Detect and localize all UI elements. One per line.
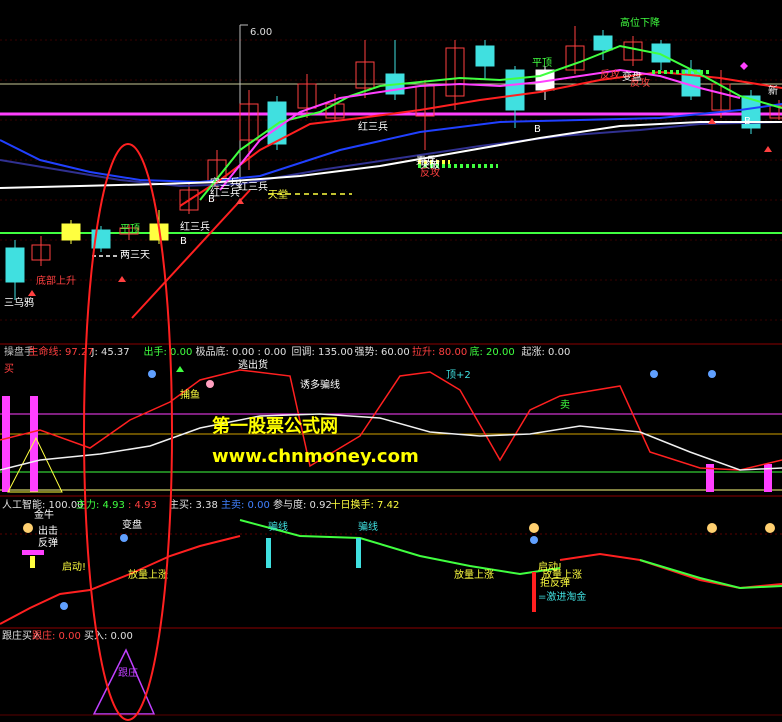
ind2-signal-label: 反弹 [38,536,58,549]
ind2-signal-label: 骗线 [358,520,378,533]
ind2-cyan-bar [356,538,361,568]
ind2-signal-label: 骗线 [268,520,288,533]
ind2-signal-label: 放量上涨 [128,568,168,581]
main-signal-label: 空三兵 [210,176,240,189]
indicator1-header-item: 生命线: 97.27 [29,345,94,358]
main-signal-label: 平顶 [532,57,552,69]
ind1-signal-label: 顶+2 [446,369,471,381]
candle-body [505,69,525,111]
ind1-signal-label: 买 [4,363,14,375]
ind2-magenta-bar [22,550,44,555]
ind1-bar [2,396,10,492]
ind1-dot [148,370,156,378]
ind2-signal-label: 出击 [38,524,58,537]
ind1-signal-label: 捕鱼 [180,388,200,401]
ind2-green-line-2 [639,559,782,590]
smiley-icon [23,523,33,533]
main-signal-label: 弄兵 [416,154,436,167]
ind1-gem-icon [206,380,214,388]
main-signal-label: 新 [768,84,778,97]
up-arrow-icon [764,146,772,152]
ind2-signal-label: 金牛 [34,508,54,521]
ind3-signal-label: 跟庄 [118,666,138,679]
diamond-icon [740,62,748,70]
candle-body [475,45,495,67]
ind1-bar [30,396,38,492]
indicator1-header-item: 强势: 60.00 [355,345,410,358]
ind1-dot [650,370,658,378]
main-signal-label: 两三天 [120,250,150,261]
ind2-signal-label: 放量上涨 [454,568,494,581]
main-signal-label: 三乌鸦 [4,296,34,309]
main-signal-label: 变盘 [622,70,642,83]
indicator3-header-item: 跟庄: 0.00 [32,629,81,642]
ind2-dot [60,602,68,610]
ind1-down-arrow-icon [176,366,184,372]
ma-white [0,121,782,189]
ind1-dot [708,370,716,378]
ind1-signal-label: 卖 [560,399,570,411]
smiley-icon [529,523,539,533]
ind1-signal-label: 逃出货 [238,358,268,371]
stock-chart: 6.00三乌鸦底部上升两三天平顶红三兵红三兵空三兵天堂红三兵平顶高位下降反攻反攻… [0,16,782,721]
indicator2-header-item: 十日换手: 7.42 [331,498,400,511]
main-signal-label: 红三兵 [180,220,210,233]
main-signal-label: 反攻 [600,68,620,81]
main-signal-label: B [744,116,751,127]
watermark-url: www.chnmoney.com [212,446,419,467]
ind2-red-bar [532,572,536,612]
ind2-dot [120,534,128,542]
ind2-signal-label: 拒反弹 [540,576,570,589]
main-signal-label: 底部上升 [36,274,76,287]
ind2-red-line-2 [559,552,782,590]
candle-body [61,223,81,241]
indicator1-header-item: J: 45.37 [91,347,130,358]
indicator1-header-item: 极品底: 0.00 : 0.00 [196,345,287,358]
price-annotation: 6.00 [250,27,272,38]
watermark-title: 第一股票公式网 [212,416,338,437]
main-signal-label: 高位下降 [620,16,660,29]
main-signal-label: 平顶 [120,223,140,235]
indicator2-header-item: : 4.93 [128,500,157,511]
smiley-icon [765,523,775,533]
indicator1-header-item: 出手: 0.00 [144,345,193,358]
ind2-green-line-1 [239,519,561,576]
indicator2-header-item: 参与度: 0.92 [273,498,332,511]
main-signal-label: B [180,236,187,247]
up-arrow-icon [28,290,36,296]
up-arrow-icon [118,276,126,282]
indicator1-header-item: 回调: 135.00 [292,346,354,358]
indicator2-header-item: 主买: 3.38 [169,499,218,511]
main-signal-label: B [208,194,215,205]
candle-body [593,35,613,51]
indicator3-header-item: 买入: 0.00 [84,630,133,642]
ind2-red-line [0,535,241,625]
main-signal-label: 红三兵 [238,180,268,193]
ind2-signal-label: =激进淘金 [538,590,586,603]
indicator1-header-item: 底: 20.00 [470,345,515,358]
ma-blue [0,103,782,184]
main-signal-label: 天堂 [268,189,288,201]
ind2-dot [530,536,538,544]
indicator2-header-item: 主卖: 0.00 [221,499,270,511]
main-signal-label: B [534,124,541,135]
indicator1-header-item: 拉升: 80.00 [412,345,467,358]
ind2-signal-label: 变盘 [122,518,142,531]
ind2-cyan-bar [266,538,271,568]
ind1-signal-label: 诱多骗线 [300,378,340,391]
indicator2-header-item: 主力: 4.93 [76,498,125,511]
smiley-icon [707,523,717,533]
ind2-signal-label: 启动! [62,560,86,573]
main-signal-label: 红三兵 [358,120,388,133]
indicator1-header-item: 起涨: 0.00 [522,346,571,358]
ind2-yellow-bar [30,556,35,568]
ind3-triangle [92,648,156,715]
candle-body [5,247,25,283]
